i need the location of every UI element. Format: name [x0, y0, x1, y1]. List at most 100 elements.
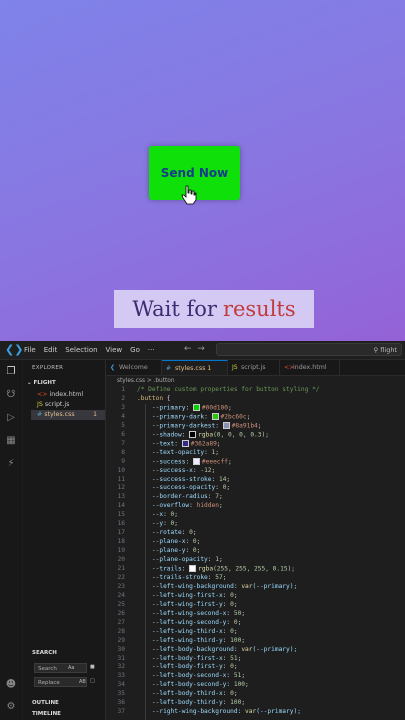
menu-more[interactable]: ···	[148, 346, 155, 354]
lightning-icon[interactable]: ⚡	[5, 458, 17, 470]
file-script-js[interactable]: JS script.js	[31, 400, 105, 410]
account-icon[interactable]: ☻	[5, 679, 17, 691]
code-token: 100	[230, 699, 242, 707]
html-icon: <>	[37, 391, 50, 398]
line-text: --x: 0;	[137, 511, 178, 520]
file-styles-css[interactable]: # styles.css 1	[31, 410, 105, 420]
line-number: 25	[117, 600, 125, 608]
code-token: ;	[233, 663, 238, 671]
code-token: ;	[237, 618, 242, 626]
folder-flight[interactable]: ⌄ FLIGHT	[27, 380, 56, 386]
line-number: 34	[117, 681, 125, 689]
code-line: 35 --left-body-third-x: 0;	[106, 690, 405, 699]
color-swatch[interactable]	[192, 403, 200, 411]
explorer-files-icon[interactable]: ❐	[5, 366, 17, 378]
menu-selection[interactable]: Selection	[65, 346, 97, 354]
line-number: 29	[117, 636, 125, 644]
code-token: --left-wing-first-x	[137, 591, 223, 599]
vscode-icon: ❮	[110, 364, 116, 371]
line-number: 27	[117, 618, 125, 626]
line-text: --left-body-third-y: 100;	[137, 699, 245, 708]
tab-script-js[interactable]: JS script.js	[228, 360, 280, 375]
gear-icon[interactable]: ⚙	[5, 701, 17, 713]
replace-all-icon[interactable]: □	[90, 678, 95, 684]
color-swatch[interactable]	[211, 412, 219, 420]
line-number: 35	[117, 690, 125, 698]
code-editor-window: ❮❯ File Edit Selection View Go ··· ← → ⚲…	[0, 341, 405, 720]
code-token: rgba	[198, 431, 214, 439]
source-control-icon[interactable]: ☋	[5, 389, 17, 401]
menu-edit[interactable]: Edit	[44, 346, 58, 354]
code-token: --y	[137, 520, 164, 528]
line-text: --left-wing-third-x: 0;	[137, 628, 238, 637]
code-line: 16 --y: 0;	[106, 520, 405, 529]
code-token: --text	[137, 440, 175, 448]
code-token: hidden	[196, 502, 219, 510]
line-number: 11	[117, 475, 125, 483]
code-line: 22 --trails-stroke: 57;	[106, 574, 405, 583]
color-swatch[interactable]	[189, 565, 197, 572]
breadcrumb[interactable]: styles.css > .button	[117, 378, 175, 384]
extensions-icon[interactable]: ▦	[5, 435, 17, 447]
code-token: {	[163, 394, 171, 402]
color-swatch[interactable]	[192, 457, 200, 465]
line-number: 5	[121, 421, 125, 429]
tab-index-html[interactable]: <> index.html	[280, 360, 340, 375]
color-swatch[interactable]	[222, 421, 230, 429]
file-index-html[interactable]: <> index.html	[31, 390, 105, 400]
code-token: --success	[137, 458, 186, 466]
outline-section[interactable]: OUTLINE	[32, 700, 59, 706]
code-area[interactable]: 1 /* Define custom properties for button …	[106, 386, 405, 720]
code-token: (--primary);	[252, 582, 298, 590]
code-line: 37 --right-wing-background: var(--primar…	[106, 708, 405, 717]
code-token: ;	[222, 573, 227, 581]
line-text: --trails-stroke: 57;	[137, 573, 227, 583]
line-number: 23	[117, 582, 125, 590]
command-search-box[interactable]: ⚲ flight	[216, 343, 402, 356]
code-token: --left-body-second-x	[137, 672, 227, 680]
line-number: 6	[121, 430, 125, 438]
code-line: 23 --left-wing-background: var(--primary…	[106, 583, 405, 592]
code-line: 34 --left-body-second-y: 100;	[106, 681, 405, 690]
regex-icon[interactable]: ■	[90, 664, 95, 670]
line-number: 20	[117, 556, 125, 564]
back-arrow-icon[interactable]: ←	[184, 344, 192, 354]
code-token: 100	[230, 636, 242, 644]
line-number: 28	[117, 627, 125, 635]
explorer-sidebar: EXPLORER ⌄ FLIGHT <> index.html JS scrip…	[23, 360, 106, 720]
editor-tabs: ❮ Welcome # styles.css 1 JS script.js <>…	[106, 360, 405, 376]
run-debug-icon[interactable]: ▷	[5, 412, 17, 424]
code-token: /* Define custom properties for button s…	[137, 386, 320, 393]
line-text: --text-opacity: 1;	[137, 449, 219, 458]
code-token: --primary-darkest	[137, 422, 216, 430]
code-token: (--primary);	[256, 708, 301, 716]
code-line: 25 --left-wing-first-y: 0;	[106, 601, 405, 610]
line-number: 22	[117, 573, 125, 581]
menu-go[interactable]: Go	[130, 346, 140, 354]
tab-styles-css[interactable]: # styles.css 1	[162, 360, 228, 375]
code-token: :	[185, 547, 193, 555]
search-input[interactable]: Search	[34, 663, 87, 673]
activity-bar: ❐ ☋ ▷ ▦ ⚡ ☻ ⚙	[0, 360, 22, 720]
code-token: --success-x	[137, 466, 193, 474]
code-token: .button	[137, 394, 164, 402]
menu-file[interactable]: File	[24, 346, 36, 354]
preserve-case-toggle[interactable]: AB	[79, 679, 86, 685]
line-text: /* Define custom properties for button s…	[137, 386, 320, 395]
color-swatch[interactable]	[189, 430, 197, 438]
code-token: ;	[241, 699, 246, 707]
code-token: --left-wing-second-x	[137, 609, 227, 617]
match-case-toggle[interactable]: Aa	[68, 665, 74, 671]
line-text: --plane-y: 0;	[137, 547, 200, 556]
timeline-section[interactable]: TIMELINE	[32, 711, 61, 717]
code-token: ;	[237, 654, 242, 662]
code-token: ;	[216, 440, 221, 448]
color-swatch[interactable]	[181, 439, 189, 447]
forward-arrow-icon[interactable]: →	[197, 344, 205, 354]
tab-welcome[interactable]: ❮ Welcome	[106, 360, 162, 375]
code-token: --left-wing-third-y	[137, 636, 223, 644]
menu-view[interactable]: View	[106, 346, 123, 354]
code-line: 17 --rotate: 0;	[106, 529, 405, 538]
line-text: --left-body-first-x: 51;	[137, 655, 241, 664]
code-token: ;	[257, 422, 262, 430]
